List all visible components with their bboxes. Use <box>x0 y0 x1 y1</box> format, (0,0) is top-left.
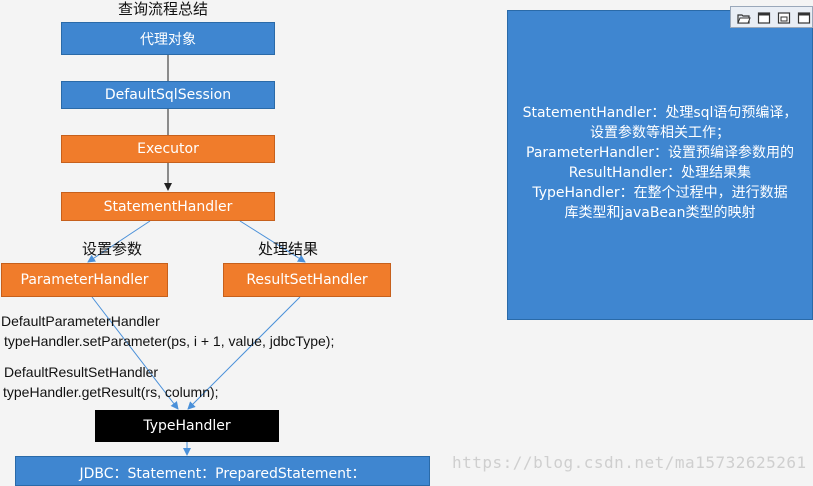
note-line: ResultHandler：处理结果集 <box>568 165 752 181</box>
watermark-text: https://blog.csdn.net/ma15732625261 <box>452 453 807 472</box>
restore-icon[interactable] <box>777 10 791 24</box>
window-icon[interactable] <box>757 10 771 24</box>
window-toolbar <box>730 6 813 28</box>
code-result-call: typeHandler.getResult(rs, column); <box>3 384 219 400</box>
note-line: TypeHandler：在整个过程中，进行数据 <box>532 185 788 201</box>
node-proxy-object: 代理对象 <box>61 22 275 55</box>
code-result-class: DefaultResultSetHandler <box>4 364 159 380</box>
note-line: 设置参数等相关工作； <box>590 125 730 141</box>
node-statement-handler: StatementHandler <box>61 192 275 221</box>
edge-label-set-params: 设置参数 <box>82 240 143 258</box>
note-line: StatementHandler：处理sql语句预编译， <box>522 105 798 121</box>
note-line: ParameterHandler：设置预编译参数用的 <box>526 145 794 161</box>
node-default-sql-session: DefaultSqlSession <box>61 81 275 109</box>
open-folder-icon[interactable] <box>737 10 751 24</box>
node-parameter-handler: ParameterHandler <box>1 263 168 297</box>
node-type-handler: TypeHandler <box>95 410 279 442</box>
code-param-class: DefaultParameterHandler <box>1 313 160 329</box>
maximize-icon[interactable] <box>797 10 811 24</box>
node-resultset-handler: ResultSetHandler <box>223 263 391 297</box>
edge-label-handle-result: 处理结果 <box>258 240 319 258</box>
node-executor: Executor <box>61 135 275 163</box>
diagram-title: 查询流程总结 <box>118 0 209 18</box>
code-param-call: typeHandler.setParameter(ps, i + 1, valu… <box>4 333 335 349</box>
note-line: 库类型和javaBean类型的映射 <box>564 205 756 221</box>
notes-panel: StatementHandler：处理sql语句预编译， 设置参数等相关工作； … <box>507 10 813 320</box>
